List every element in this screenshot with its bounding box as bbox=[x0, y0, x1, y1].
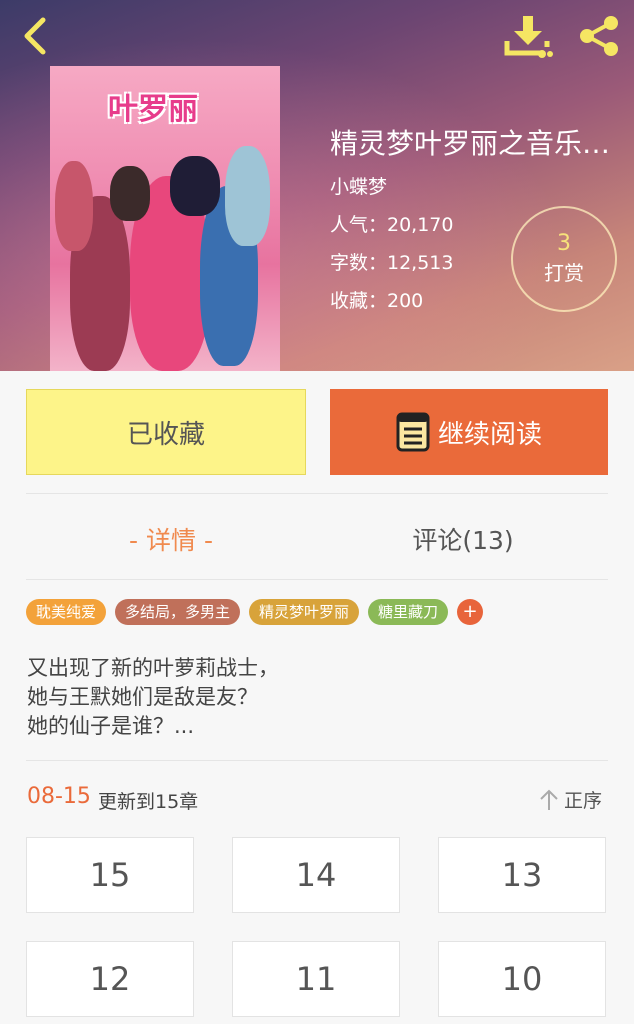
description-line: 她的仙子是谁？... bbox=[27, 714, 195, 738]
tag[interactable]: 耽美纯爱 bbox=[26, 599, 107, 625]
book-description[interactable]: 又出现了新的叶萝莉战士， 她与王默她们是敌是友？ 她的仙子是谁？... bbox=[27, 654, 587, 741]
share-icon bbox=[580, 16, 618, 56]
book-favorites: 收藏：200 bbox=[330, 290, 424, 312]
divider bbox=[26, 760, 608, 761]
arrow-up-icon bbox=[538, 788, 560, 812]
tab-detail[interactable]: - 详情 - bbox=[26, 514, 316, 564]
description-line: 又出现了新的叶萝莉战士， bbox=[27, 656, 279, 680]
chapter-button[interactable]: 10 bbox=[438, 941, 606, 1017]
divider bbox=[26, 493, 608, 494]
more-tags-button[interactable]: + bbox=[457, 599, 484, 625]
chapter-button[interactable]: 13 bbox=[438, 837, 606, 913]
book-popularity: 人气：20,170 bbox=[330, 214, 454, 236]
sort-order-button[interactable]: 正序 bbox=[538, 786, 602, 813]
download-icon bbox=[504, 16, 553, 58]
divider bbox=[26, 579, 608, 580]
collected-button[interactable]: 已收藏 bbox=[26, 389, 306, 475]
tag-list: 耽美纯爱 多结局，多男主 精灵梦叶罗丽 糖里藏刀 + bbox=[26, 599, 484, 625]
update-text: 更新到15章 bbox=[98, 791, 199, 813]
share-button[interactable] bbox=[572, 12, 626, 60]
download-button[interactable] bbox=[500, 10, 556, 62]
chevron-left-icon bbox=[24, 17, 46, 55]
continue-reading-label: 继续阅读 bbox=[437, 419, 542, 450]
book-icon bbox=[396, 412, 430, 452]
chapter-button[interactable]: 11 bbox=[232, 941, 400, 1017]
tag[interactable]: 糖里藏刀 bbox=[368, 599, 449, 625]
cover-figure bbox=[225, 146, 270, 246]
tip-button[interactable]: 3 打赏 bbox=[511, 206, 617, 312]
book-title: 精灵梦叶罗丽之音乐… bbox=[330, 127, 611, 160]
book-author[interactable]: 小蝶梦 bbox=[330, 172, 387, 199]
chapter-button[interactable]: 15 bbox=[26, 837, 194, 913]
tag[interactable]: 多结局，多男主 bbox=[115, 599, 241, 625]
update-date: 08-15 bbox=[27, 784, 91, 809]
tip-count: 3 bbox=[557, 231, 571, 256]
cover-logo: 叶罗丽 bbox=[108, 92, 198, 127]
tag[interactable]: 精灵梦叶罗丽 bbox=[249, 599, 360, 625]
cover-figure bbox=[110, 166, 150, 221]
description-line: 她与王默她们是敌是友？ bbox=[27, 685, 258, 709]
chapter-button[interactable]: 14 bbox=[232, 837, 400, 913]
cover-figure bbox=[170, 156, 220, 216]
tab-comments[interactable]: 评论(13) bbox=[318, 514, 608, 564]
tip-label: 打赏 bbox=[544, 261, 584, 285]
back-button[interactable] bbox=[12, 12, 56, 60]
cover-figure bbox=[55, 161, 93, 251]
sort-order-label: 正序 bbox=[564, 790, 603, 812]
book-cover[interactable]: 叶罗丽 bbox=[50, 66, 280, 371]
continue-reading-button[interactable]: 继续阅读 bbox=[330, 389, 608, 475]
book-word-count: 字数：12,513 bbox=[330, 252, 454, 274]
chapter-button[interactable]: 12 bbox=[26, 941, 194, 1017]
